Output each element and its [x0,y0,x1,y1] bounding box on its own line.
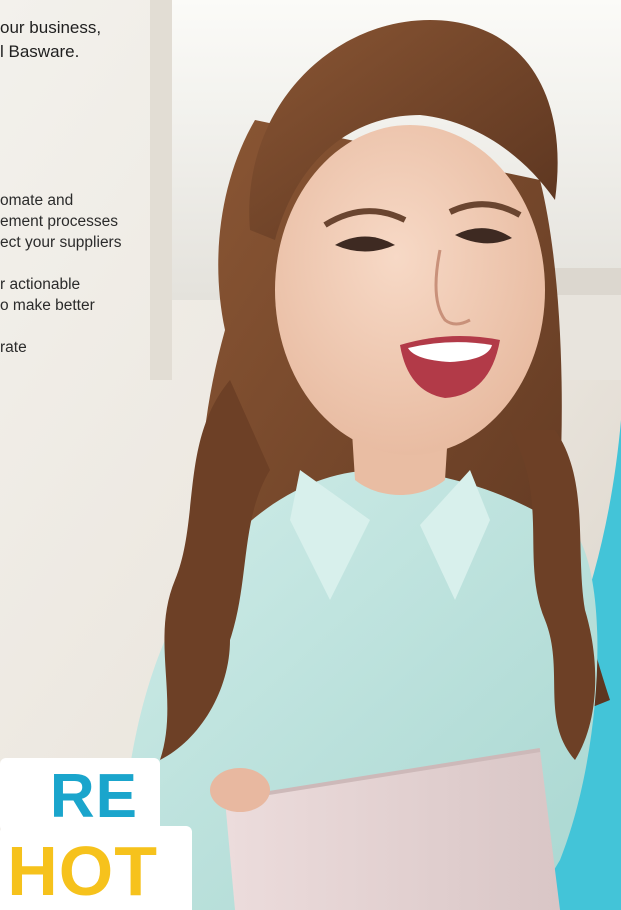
intro-line: our business, [0,18,102,37]
hand [210,768,270,812]
benefit-line: o make better [0,297,95,314]
headline-badge-2: HOT [0,826,192,910]
headline-word-1: RE [49,762,138,831]
intro-line: l Basware. [0,42,80,61]
headline-badge-1: RE [0,758,160,832]
headline-word-2: HOT [7,832,158,910]
face [275,125,545,455]
benefit-line: omate and [0,192,74,209]
benefit-line: rate [0,339,27,356]
intro-text: our business, l Basware. [0,16,101,64]
benefit-line: r actionable [0,276,81,293]
benefit-line: ement processes [0,213,119,230]
benefits-list: omate and ement processes ect your suppl… [0,190,121,358]
benefit-line: ect your suppliers [0,234,122,251]
window-frame-left [150,0,172,380]
